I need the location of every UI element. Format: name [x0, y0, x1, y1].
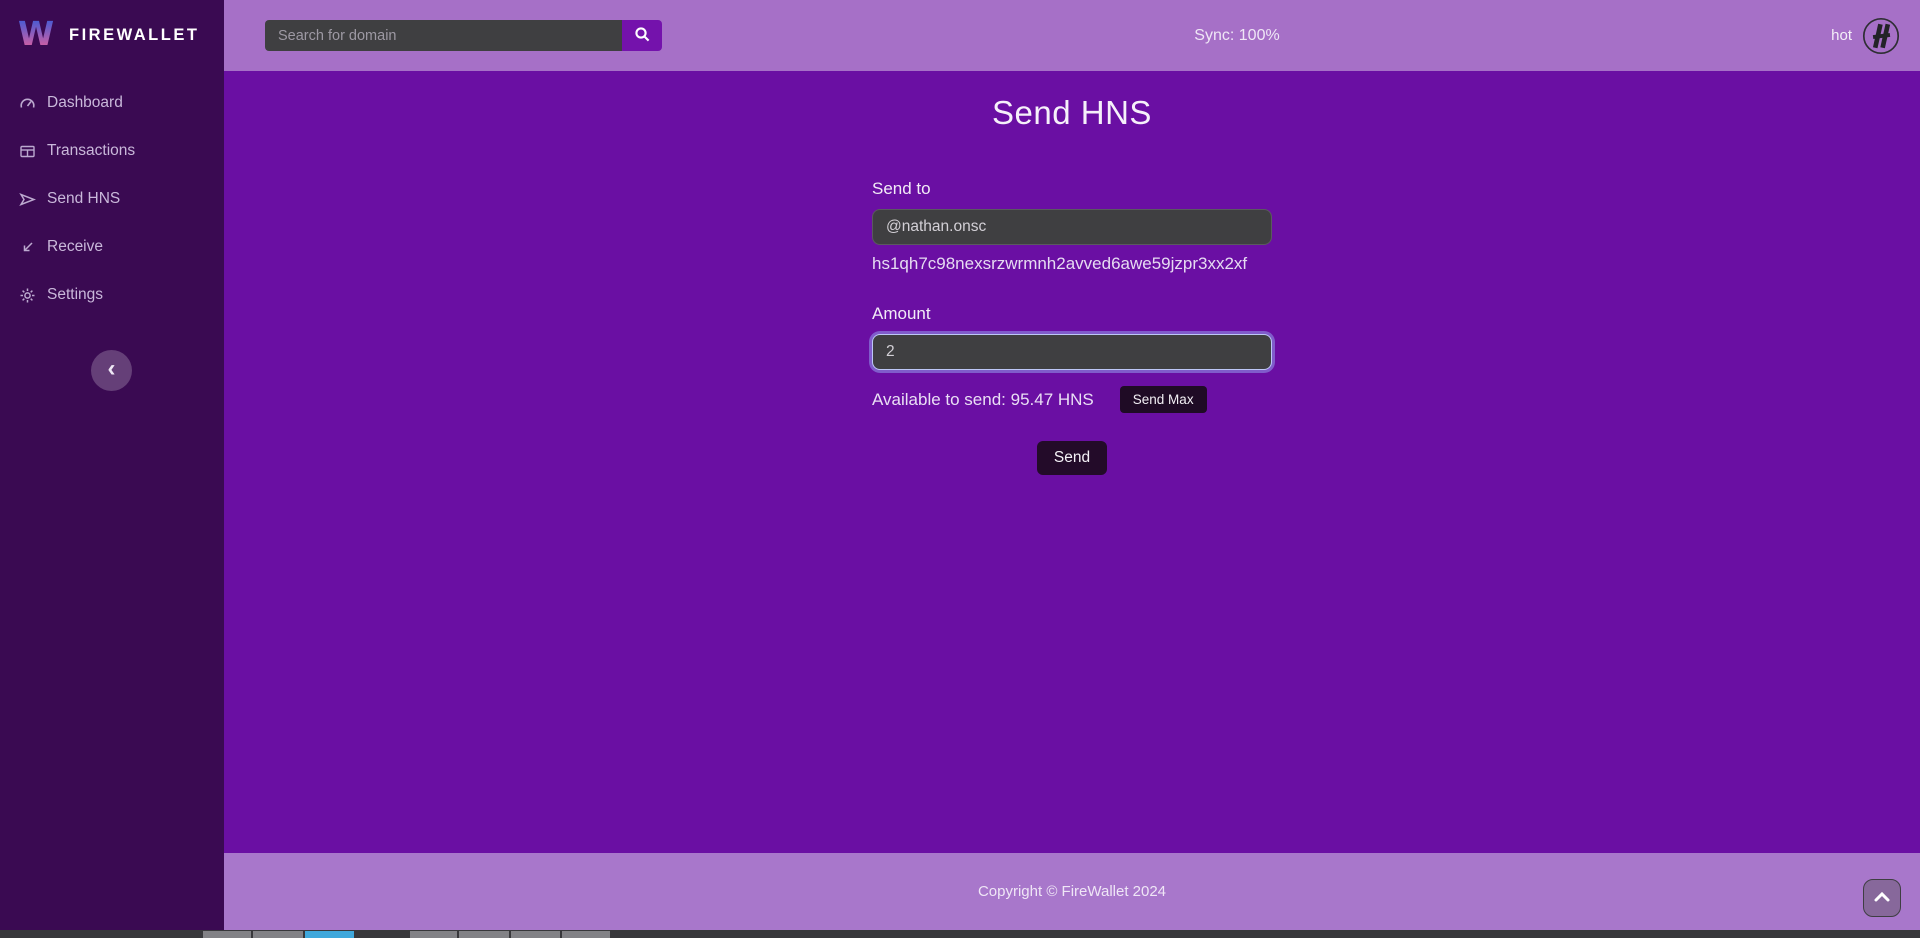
search-icon: [634, 26, 651, 46]
copyright: Copyright © FireWallet 2024: [978, 883, 1166, 900]
sidebar-item-settings[interactable]: Settings: [0, 271, 224, 319]
taskbar-segment[interactable]: [511, 931, 560, 938]
wallet-name: hot: [1831, 27, 1852, 44]
available-balance: Available to send: 95.47 HNS: [872, 390, 1094, 410]
sidebar-item-label: Settings: [47, 286, 103, 304]
wallet-widget: hot: [1831, 0, 1900, 71]
taskbar-segment[interactable]: [203, 931, 251, 938]
settings-icon: [18, 287, 36, 304]
taskbar-segment-active[interactable]: [305, 931, 354, 938]
send-max-button[interactable]: Send Max: [1120, 386, 1207, 413]
sidebar-item-send-hns[interactable]: Send HNS: [0, 175, 224, 223]
send-button[interactable]: Send: [1037, 441, 1107, 475]
firewallet-logo-icon: W: [16, 12, 56, 59]
sidebar-item-label: Transactions: [47, 142, 135, 160]
sidebar-item-label: Dashboard: [47, 94, 123, 112]
footer: Copyright © FireWallet 2024: [224, 853, 1920, 930]
amount-label: Amount: [872, 304, 1272, 324]
main-content: Send HNS Send to hs1qh7c98nexsrzwrmnh2av…: [224, 71, 1920, 853]
search-input[interactable]: [265, 20, 622, 51]
send-form: Send to hs1qh7c98nexsrzwrmnh2avved6awe59…: [872, 179, 1272, 475]
sidebar-item-label: Receive: [47, 238, 103, 256]
taskbar-segment[interactable]: [459, 931, 509, 938]
taskbar-segment[interactable]: [253, 931, 303, 938]
domain-search: [265, 20, 662, 51]
taskbar-segment[interactable]: [562, 931, 610, 938]
send-to-label: Send to: [872, 179, 1272, 199]
chevron-up-icon: [1873, 891, 1891, 906]
sidebar-nav: Dashboard Transactions: [0, 79, 224, 319]
sync-status: Sync: 100%: [1194, 27, 1279, 45]
receive-icon: [18, 239, 36, 256]
send-to-input[interactable]: [872, 209, 1272, 245]
dashboard-icon: [18, 95, 36, 112]
app-window: W FIREWALLET Dashboard: [0, 0, 1920, 938]
handshake-icon[interactable]: [1862, 17, 1900, 55]
svg-text:W: W: [18, 15, 54, 53]
sidebar-item-transactions[interactable]: Transactions: [0, 127, 224, 175]
resolved-address: hs1qh7c98nexsrzwrmnh2avved6awe59jzpr3xx2…: [872, 254, 1272, 274]
content-row: W FIREWALLET Dashboard: [0, 0, 1920, 930]
chevron-left-icon: ‹: [108, 357, 116, 381]
right-pane: Sync: 100% hot: [224, 0, 1920, 930]
sidebar-item-receive[interactable]: Receive: [0, 223, 224, 271]
transactions-icon: [18, 143, 36, 160]
amount-input[interactable]: [872, 334, 1272, 370]
sidebar: W FIREWALLET Dashboard: [0, 0, 224, 930]
search-button[interactable]: [622, 20, 662, 51]
sidebar-item-dashboard[interactable]: Dashboard: [0, 79, 224, 127]
taskbar-segment[interactable]: [410, 931, 457, 938]
brand[interactable]: W FIREWALLET: [0, 0, 224, 71]
sidebar-collapse-button[interactable]: ‹: [91, 350, 132, 391]
taskbar-strip: [0, 930, 1920, 938]
send-icon: [18, 191, 36, 208]
available-row: Available to send: 95.47 HNS Send Max: [872, 386, 1272, 413]
header: Sync: 100% hot: [224, 0, 1920, 71]
scroll-top-button[interactable]: [1863, 879, 1901, 917]
brand-name: FIREWALLET: [69, 26, 199, 45]
page-title: Send HNS: [224, 94, 1920, 132]
sidebar-item-label: Send HNS: [47, 190, 120, 208]
